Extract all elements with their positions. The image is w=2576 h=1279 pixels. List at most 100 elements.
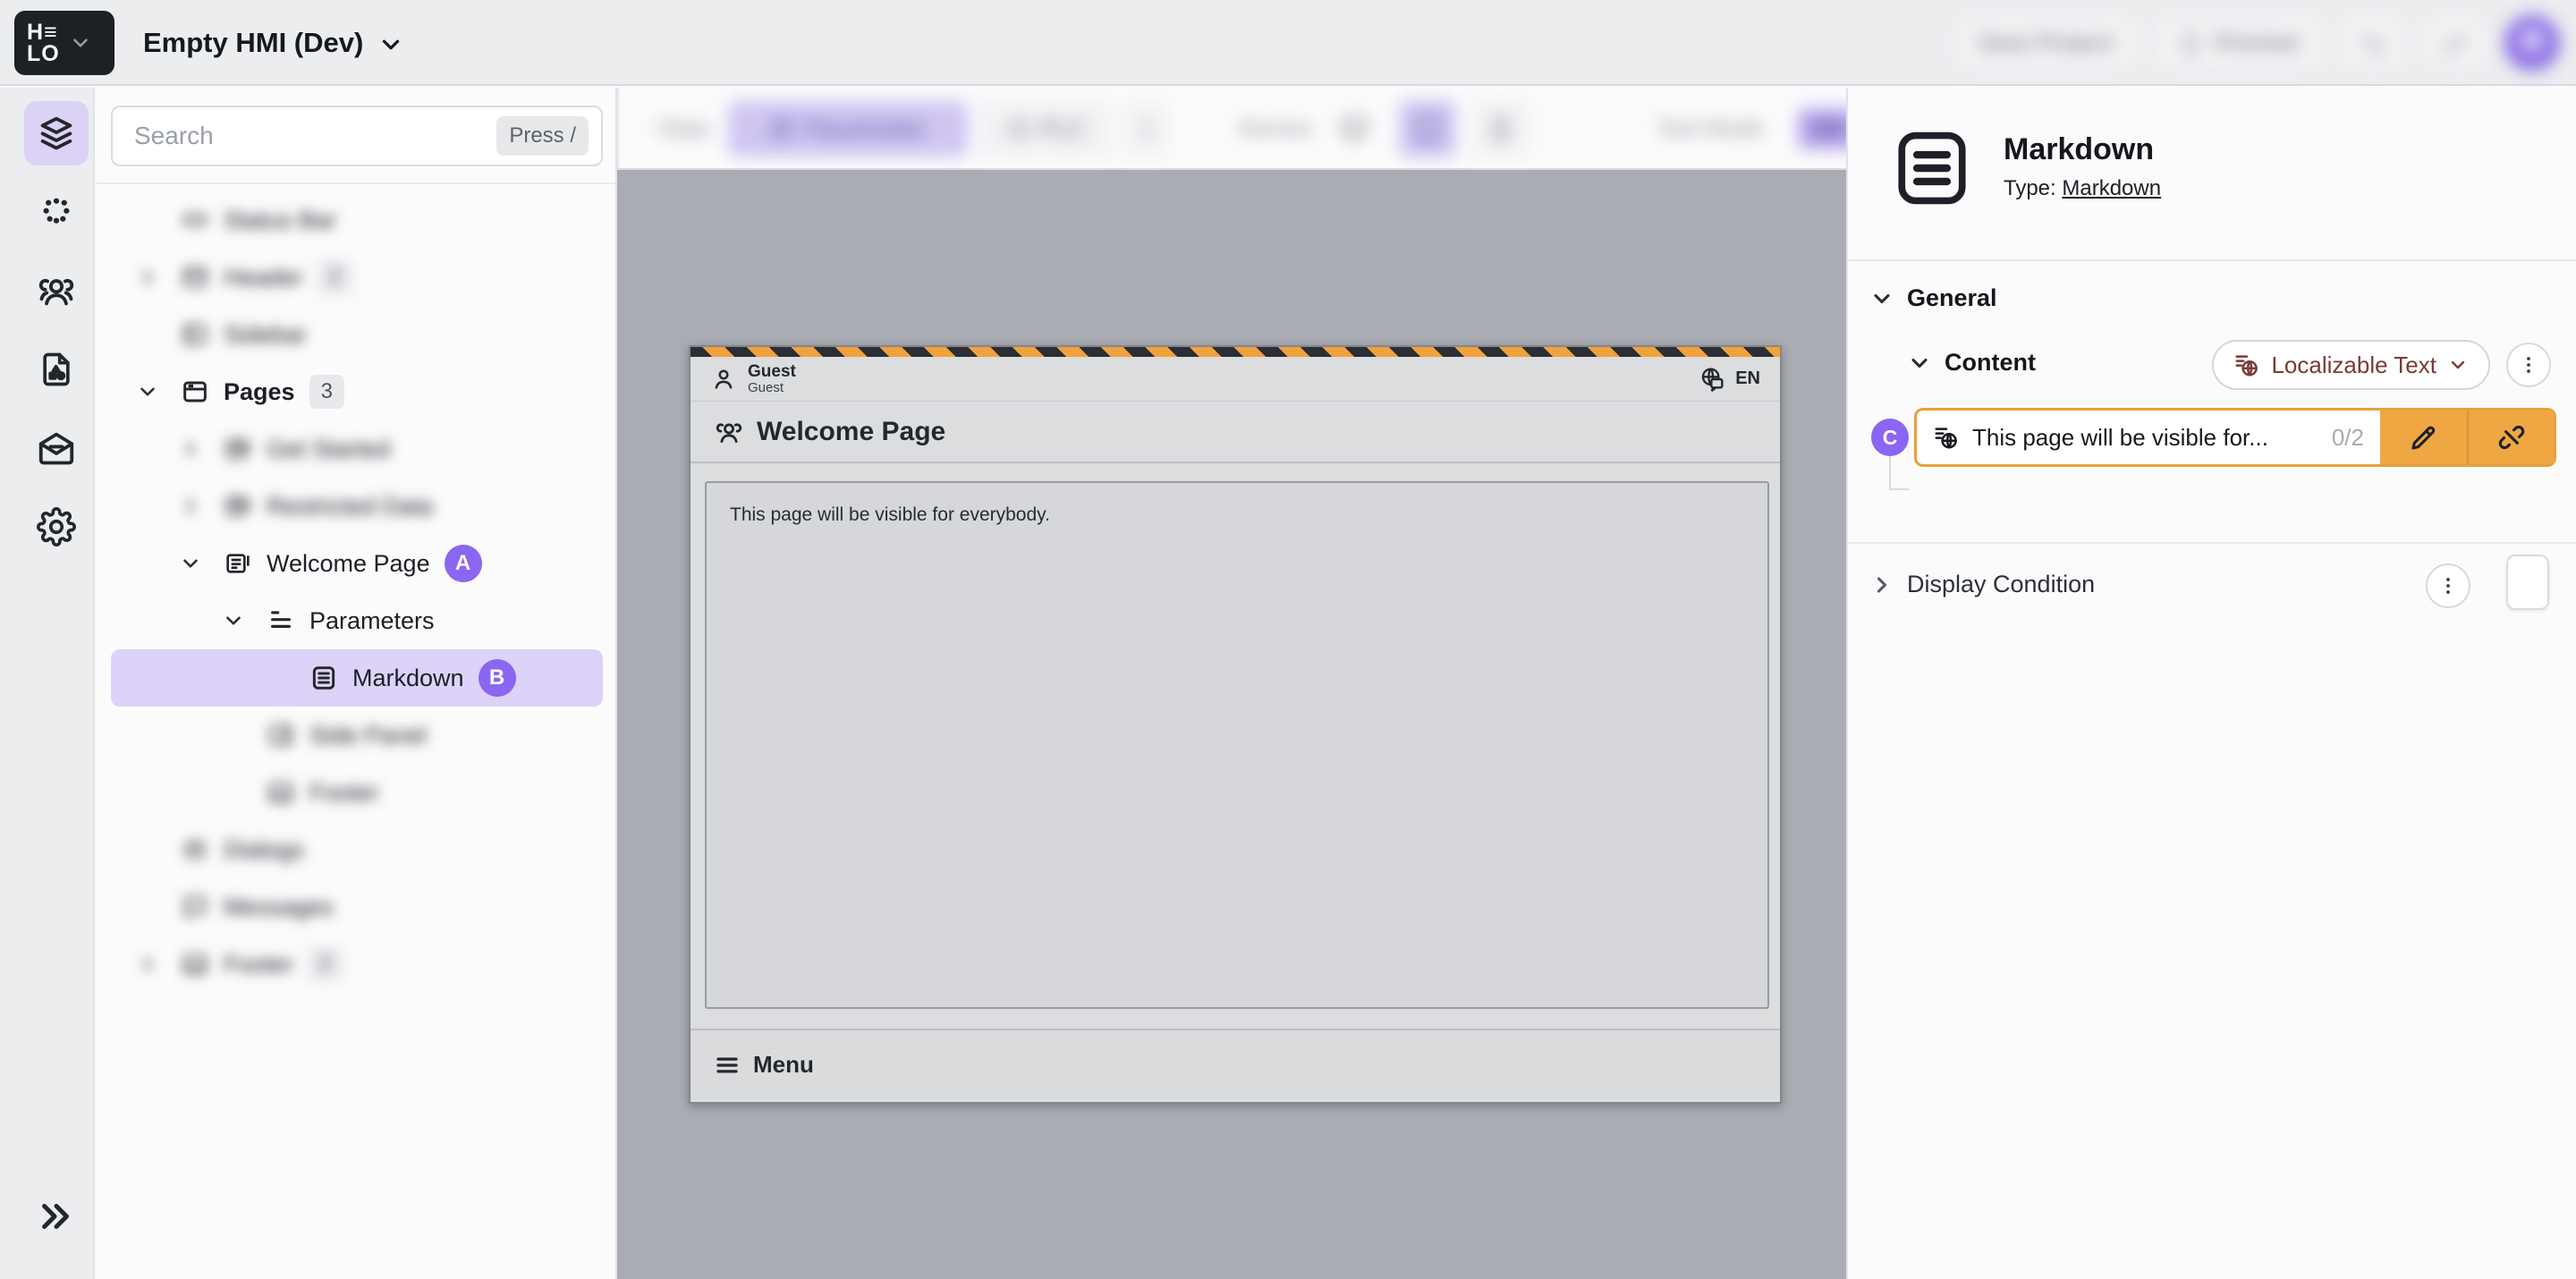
type-label: Type:: [2004, 176, 2056, 200]
expand-panel-button[interactable]: [24, 1190, 89, 1243]
tree-item-footer-inner[interactable]: Footer: [111, 764, 603, 821]
toolbar-more-button[interactable]: [1123, 101, 1168, 157]
data-source-placeholder-option[interactable]: Placeholder: [728, 101, 968, 157]
data-source-plc-option[interactable]: PLC: [979, 101, 1113, 157]
unlink-content-button[interactable]: [2467, 411, 2554, 464]
double-chevron-right-icon: [36, 1196, 77, 1237]
project-title: Empty HMI (Dev): [143, 27, 363, 59]
component-tree: Status Bar Header 2 Sidebar Pages 3 Get …: [97, 188, 617, 996]
topbar-actions: Save Project Preview: [1954, 0, 2560, 86]
tablet-icon: [1412, 114, 1443, 144]
mail-icon: [36, 428, 77, 469]
undo-icon: [2360, 30, 2386, 56]
preview-status-bar: Guest Guest EN: [691, 357, 1780, 402]
display-condition-header[interactable]: Display Condition: [1869, 571, 2095, 598]
divider: [97, 182, 617, 184]
user-avatar[interactable]: [2504, 15, 2560, 71]
header-icon: [181, 263, 224, 292]
preview-language-switcher[interactable]: EN: [1698, 365, 1760, 394]
project-switcher[interactable]: Empty HMI (Dev): [143, 0, 404, 86]
pages-icon: [181, 377, 224, 406]
preview-markdown-content: This page will be visible for everybody.: [705, 481, 1769, 1009]
footer-icon: [181, 950, 224, 978]
rail-item-messages[interactable]: [24, 416, 89, 480]
tree-item-dialogs[interactable]: Dialogs: [111, 821, 603, 878]
users-icon: [36, 270, 77, 311]
markdown-icon: [309, 664, 352, 692]
save-project-label: Save Project: [1979, 30, 2113, 56]
kebab-menu-icon: [2437, 575, 2459, 597]
content-text-input[interactable]: This page will be visible for... 0/2: [1917, 411, 2380, 464]
assets-icon: [37, 350, 76, 389]
redo-icon: [2442, 30, 2469, 56]
users-icon: [714, 417, 744, 447]
tree-item-get-started[interactable]: Get Started: [111, 420, 603, 478]
content-field-row: C This page will be visible for... 0/2: [1871, 408, 2556, 467]
device-desktop-button[interactable]: [1326, 100, 1383, 157]
device-tablet-button[interactable]: [1399, 100, 1456, 157]
parameters-icon: [267, 606, 309, 635]
rail-item-components[interactable]: [24, 180, 89, 244]
undo-button[interactable]: [2340, 17, 2406, 69]
tree-item-pages[interactable]: Pages 3: [111, 363, 603, 420]
chevron-down-icon[interactable]: [222, 609, 267, 632]
chevron-right-icon: [1869, 572, 1894, 597]
hmi-preview-window[interactable]: Guest Guest EN Welcome Page This page wi…: [689, 345, 1782, 1104]
tree-item-sidebar[interactable]: Sidebar: [111, 306, 603, 363]
preview-menu-bar[interactable]: Menu: [691, 1029, 1780, 1099]
type-link[interactable]: Markdown: [2062, 176, 2161, 200]
tree-item-welcome-page[interactable]: Welcome Page A: [111, 535, 603, 592]
components-icon: [37, 192, 76, 232]
sidebar-icon: [181, 320, 224, 349]
canvas-area: Data: Placeholder PLC Device: Test: [617, 88, 1846, 1279]
content-options-button[interactable]: [2506, 343, 2551, 387]
localizable-text-icon: [1933, 424, 1960, 451]
tree-item-status-bar[interactable]: Status Bar: [111, 191, 603, 249]
tree-item-side-panel[interactable]: Side Panel: [111, 707, 603, 764]
chevron-right-icon: [136, 266, 181, 289]
status-bar-icon: [181, 206, 224, 234]
display-condition-checkbox[interactable]: [2506, 555, 2549, 610]
tree-item-messages[interactable]: Messages: [111, 878, 603, 936]
chevron-down-icon[interactable]: [179, 552, 224, 575]
unlink-icon: [2496, 422, 2527, 453]
rail-item-assets[interactable]: [24, 337, 89, 402]
edit-content-button[interactable]: [2380, 411, 2467, 464]
device-phone-button[interactable]: [1472, 100, 1530, 157]
count-badge: 2: [308, 947, 343, 981]
translation-counter: 0/2: [2332, 424, 2364, 452]
save-project-button[interactable]: Save Project: [1954, 17, 2137, 69]
tree-item-parameters[interactable]: Parameters: [111, 592, 603, 649]
preview-user-name: Guest: [748, 363, 796, 381]
app-logo-menu[interactable]: H≡LO: [14, 11, 114, 75]
binding-badge-c: C: [1871, 419, 1909, 456]
side-panel-icon: [267, 721, 309, 750]
content-section-header[interactable]: Content: [1907, 349, 2036, 377]
inspector-title: Markdown: [2004, 132, 2161, 167]
rail-item-settings[interactable]: [24, 495, 89, 559]
topbar: H≡LO Empty HMI (Dev) Save Project Previe…: [0, 0, 2576, 86]
explorer-panel: Search Press / Status Bar Header 2 Sideb…: [97, 88, 617, 1279]
preview-button[interactable]: Preview: [2153, 17, 2324, 69]
reference-badge-b: B: [479, 659, 516, 697]
preview-user-role: Guest: [748, 381, 796, 395]
tree-item-footer[interactable]: Footer 2: [111, 936, 603, 993]
redo-button[interactable]: [2422, 17, 2488, 69]
chevron-down-icon[interactable]: [136, 380, 181, 403]
canvas-toolbar: Data: Placeholder PLC Device: Test: [617, 88, 1846, 170]
data-source-label: Data:: [658, 114, 714, 142]
device-preview-icon: [2177, 30, 2204, 56]
preview-label: Preview: [2215, 30, 2300, 56]
page-icon: [224, 549, 267, 578]
tree-item-restricted-data[interactable]: Restricted Data: [111, 478, 603, 535]
tree-item-markdown[interactable]: Markdown B: [111, 649, 603, 707]
hazard-stripe: [691, 347, 1780, 357]
content-type-dropdown[interactable]: Localizable Text: [2212, 340, 2490, 390]
display-condition-options-button[interactable]: [2426, 563, 2470, 608]
search-input[interactable]: Search Press /: [111, 106, 603, 166]
rail-item-layers[interactable]: [24, 101, 89, 165]
general-section-header[interactable]: General: [1869, 284, 1997, 312]
rail-item-users[interactable]: [24, 258, 89, 323]
person-icon: [710, 366, 737, 393]
tree-item-header[interactable]: Header 2: [111, 249, 603, 306]
